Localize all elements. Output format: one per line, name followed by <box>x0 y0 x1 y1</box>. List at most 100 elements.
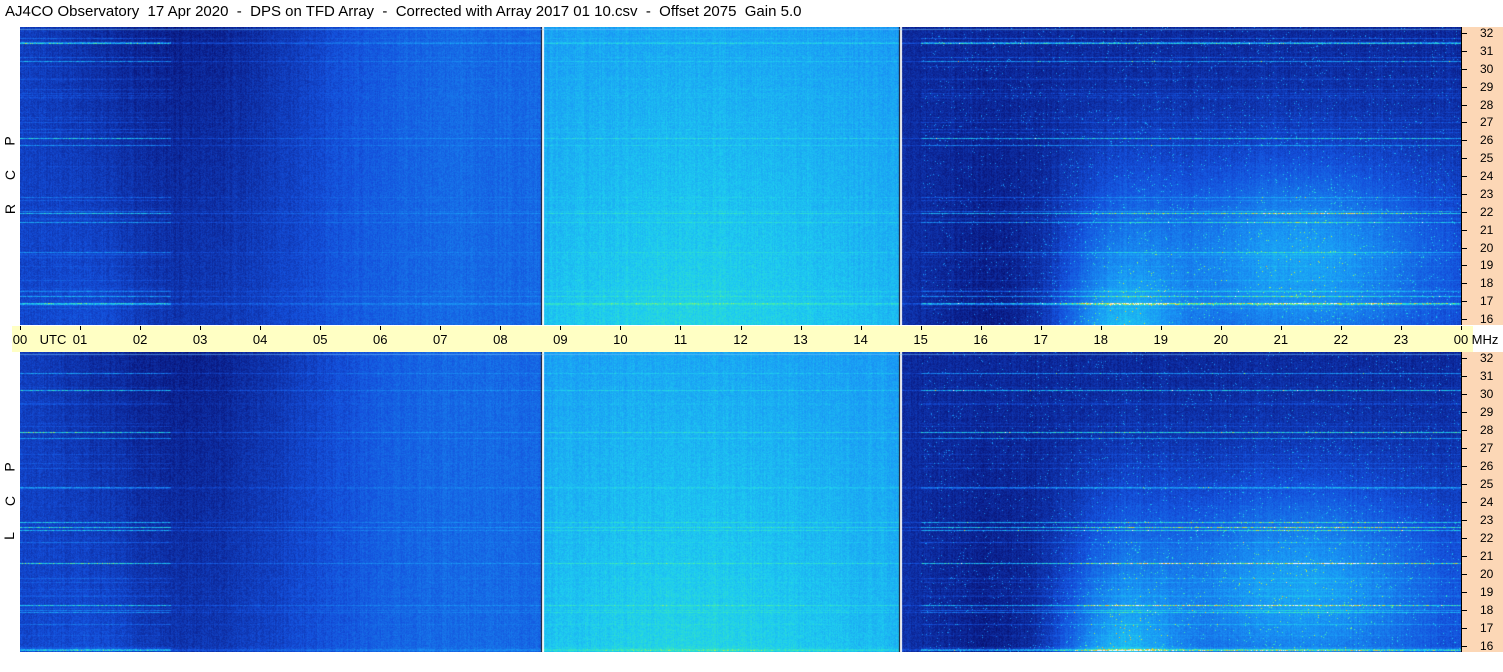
spectrogram-canvas-lcp <box>20 352 1461 652</box>
frequency-tick-mark <box>1461 592 1467 593</box>
time-tick-mark <box>200 326 202 330</box>
frequency-tick-mark <box>1461 229 1467 231</box>
frequency-tick-label: 19 <box>1480 585 1494 599</box>
time-tick-label: 01 <box>72 332 88 347</box>
pol-letter: P <box>1 462 18 472</box>
frequency-tick-mark <box>1461 466 1467 467</box>
time-tick-label: 00 <box>12 332 28 347</box>
time-tick-mark <box>1340 326 1342 330</box>
frequency-tick-label: 24 <box>1480 169 1494 183</box>
frequency-tick-label: 31 <box>1480 43 1494 58</box>
time-tick-label: 13 <box>793 332 808 347</box>
frequency-tick-mark <box>1461 104 1467 106</box>
frequency-tick-label: 22 <box>1480 531 1494 545</box>
time-tick-label: 21 <box>1273 332 1289 347</box>
frequency-tick-label: 24 <box>1480 495 1494 509</box>
frequency-tick-mark <box>1461 556 1467 557</box>
time-tick-label: 07 <box>433 332 448 347</box>
frequency-tick-mark <box>1461 265 1467 267</box>
frequency-tick-label: 20 <box>1480 567 1494 581</box>
frequency-tick-mark <box>1461 176 1467 177</box>
time-tick-label: 11 <box>673 332 688 347</box>
frequency-tick-mark <box>1461 574 1467 575</box>
frequency-tick-label: 29 <box>1480 79 1494 94</box>
time-tick-label: 04 <box>252 332 268 347</box>
spectrogram-lcp <box>20 352 1461 652</box>
frequency-tick-mark <box>1461 86 1467 88</box>
time-tick-label: 23 <box>1393 332 1409 347</box>
time-tick-mark <box>1040 326 1042 330</box>
frequency-tick-label: 31 <box>1480 369 1494 383</box>
time-tick-label: 14 <box>853 332 868 347</box>
frequency-tick-label: 26 <box>1480 459 1494 473</box>
time-tick-label: 22 <box>1333 332 1349 347</box>
pol-letter: R <box>2 203 19 215</box>
frequency-tick-mark <box>1461 412 1467 413</box>
frequency-tick-label: 17 <box>1480 621 1494 635</box>
frequency-tick-mark <box>1461 484 1467 485</box>
frequency-tick-mark <box>1461 358 1467 359</box>
time-axis: 00 01 02 03 04 05 06 07 08 09 10 11 12 13 14 15 16 17 18 19… <box>12 326 1498 352</box>
frequency-tick-mark <box>1461 68 1467 70</box>
frequency-tick-mark <box>1461 538 1467 539</box>
frequency-tick-label: 23 <box>1480 186 1494 201</box>
frequency-tick-label: 18 <box>1480 276 1494 291</box>
pol-letter: C <box>2 495 19 507</box>
time-tick-mark <box>140 326 142 330</box>
time-tick-mark <box>920 326 922 330</box>
time-tick-label: 17 <box>1033 332 1048 347</box>
frequency-tick-label: 19 <box>1480 258 1494 273</box>
frequency-tick-label: 27 <box>1480 441 1494 455</box>
time-tick-label: 12 <box>733 332 748 347</box>
time-unit-label: UTC <box>39 332 67 347</box>
time-tick-mark <box>800 326 802 330</box>
frequency-tick-mark <box>1461 50 1467 52</box>
frequency-tick-label: 16 <box>1480 639 1494 653</box>
time-tick-mark <box>260 326 262 330</box>
time-tick-mark <box>20 326 21 330</box>
frequency-tick-mark <box>1461 301 1467 303</box>
frequency-tick-label: 22 <box>1480 204 1494 219</box>
time-tick-mark <box>560 326 562 330</box>
frequency-tick-label: 30 <box>1480 387 1494 401</box>
frequency-tick-label: 29 <box>1480 405 1494 419</box>
pol-letter: C <box>2 169 19 181</box>
time-tick-mark <box>860 326 862 330</box>
time-tick-mark <box>500 326 502 330</box>
frequency-tick-mark <box>1461 247 1467 249</box>
time-tick-mark <box>80 326 82 330</box>
frequency-axis-lcp: 16 17 18 19 20 21 22 23 24 25 26 27 28 29 30 31 32 <box>1461 351 1503 653</box>
frequency-unit-label: MHz <box>1471 332 1499 347</box>
time-tick-label: 19 <box>1153 332 1169 347</box>
spectrogram-rcp <box>20 27 1461 325</box>
frequency-tick-label: 32 <box>1480 351 1494 365</box>
frequency-tick-mark <box>1461 646 1467 647</box>
frequency-tick-mark <box>1461 448 1467 449</box>
time-tick-mark <box>620 326 622 330</box>
time-tick-mark <box>980 326 982 330</box>
polarization-label-lcp: P C L <box>0 352 20 652</box>
frequency-tick-label: 28 <box>1480 97 1494 112</box>
time-tick-mark <box>740 326 742 330</box>
time-tick-mark <box>1461 326 1462 330</box>
polarization-label-rcp: P C R <box>0 27 20 325</box>
frequency-tick-label: 18 <box>1480 603 1494 617</box>
frequency-tick-label: 21 <box>1480 549 1494 563</box>
frequency-tick-mark <box>1461 610 1467 611</box>
frequency-tick-label: 27 <box>1480 115 1494 130</box>
frequency-tick-mark <box>1461 283 1467 285</box>
frequency-tick-label: 28 <box>1480 423 1494 437</box>
frequency-tick-label: 23 <box>1480 513 1494 527</box>
pol-letter: L <box>0 532 17 540</box>
frequency-tick-mark <box>1461 520 1467 521</box>
frequency-tick-mark <box>1461 319 1467 320</box>
frequency-tick-label: 16 <box>1480 312 1494 326</box>
time-tick-mark <box>1220 326 1222 330</box>
frequency-tick-label: 20 <box>1480 240 1494 255</box>
frequency-tick-label: 25 <box>1480 477 1494 491</box>
frequency-tick-mark <box>1461 394 1467 395</box>
time-tick-mark <box>680 326 682 330</box>
time-tick-label: 16 <box>973 332 988 347</box>
time-tick-mark <box>1280 326 1282 330</box>
frequency-tick-mark <box>1461 628 1467 629</box>
